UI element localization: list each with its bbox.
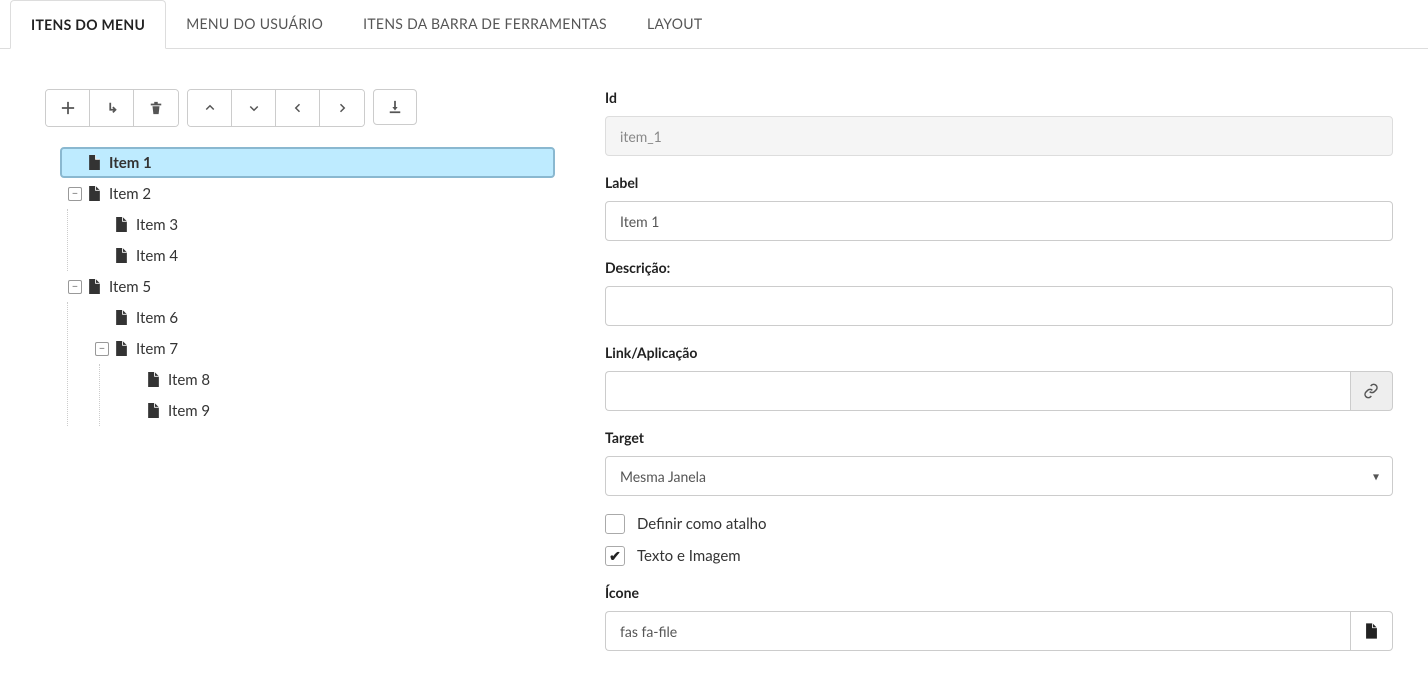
tree-item-label: Item 5 <box>109 278 151 296</box>
file-icon <box>88 155 101 170</box>
tree-item-label: Item 6 <box>136 309 178 327</box>
text-image-label: Texto e Imagem <box>637 547 741 565</box>
tree-item-label: Item 9 <box>168 402 210 420</box>
tab-menu-items[interactable]: ITENS DO MENU <box>10 0 166 49</box>
link-picker-button[interactable] <box>1350 371 1393 411</box>
file-icon <box>115 248 128 263</box>
tree-item-4[interactable]: Item 4 <box>87 240 555 271</box>
tree-toolbar <box>45 89 555 127</box>
tree-item-label: Item 4 <box>136 247 178 265</box>
chevron-left-icon <box>292 102 304 114</box>
collapse-toggle[interactable]: − <box>95 342 109 356</box>
target-select[interactable] <box>605 456 1393 496</box>
tree-item-2[interactable]: − Item 2 <box>60 178 555 209</box>
tree-item-6[interactable]: Item 6 <box>87 302 555 333</box>
tree-item-label: Item 8 <box>168 371 210 389</box>
file-icon <box>1365 623 1378 639</box>
menu-tree: Item 1 − Item 2 Item 3 <box>45 147 555 426</box>
tree-item-3[interactable]: Item 3 <box>87 209 555 240</box>
file-icon <box>88 279 101 294</box>
properties-panel: Id Label Descrição: Link/Aplicação Targe… <box>605 89 1413 669</box>
icon-field[interactable] <box>605 611 1350 651</box>
tabs-bar: ITENS DO MENU MENU DO USUÁRIO ITENS DA B… <box>0 0 1428 49</box>
file-icon <box>88 186 101 201</box>
plus-icon <box>61 101 75 115</box>
label-field[interactable] <box>605 201 1393 241</box>
file-icon <box>115 310 128 325</box>
file-icon <box>147 403 160 418</box>
chevron-down-icon <box>248 102 260 114</box>
tab-user-menu[interactable]: MENU DO USUÁRIO <box>166 0 343 48</box>
tree-item-label: Item 1 <box>109 154 152 172</box>
chevron-up-icon <box>204 102 216 114</box>
tab-toolbar-items[interactable]: ITENS DA BARRA DE FERRAMENTAS <box>343 0 627 48</box>
tree-item-9[interactable]: Item 9 <box>119 395 555 426</box>
move-up-button[interactable] <box>188 90 232 126</box>
description-field[interactable] <box>605 286 1393 326</box>
id-label: Id <box>605 89 1393 106</box>
icon-label: Ícone <box>605 584 1393 601</box>
tree-item-label: Item 7 <box>136 340 178 358</box>
shortcut-checkbox[interactable] <box>605 514 625 534</box>
tab-layout[interactable]: LAYOUT <box>627 0 722 48</box>
add-child-button[interactable] <box>90 90 134 126</box>
shortcut-label: Definir como atalho <box>637 515 767 533</box>
collapse-toggle[interactable]: − <box>68 280 82 294</box>
download-icon <box>388 100 402 114</box>
tree-panel: Item 1 − Item 2 Item 3 <box>45 89 555 669</box>
icon-preview[interactable] <box>1350 611 1393 651</box>
chevron-right-icon <box>336 102 348 114</box>
move-right-button[interactable] <box>320 90 364 126</box>
move-left-button[interactable] <box>276 90 320 126</box>
tree-item-5[interactable]: − Item 5 <box>60 271 555 302</box>
collapse-toggle[interactable]: − <box>68 187 82 201</box>
target-label: Target <box>605 429 1393 446</box>
tree-item-8[interactable]: Item 8 <box>119 364 555 395</box>
link-icon <box>1363 383 1379 399</box>
trash-icon <box>149 101 163 115</box>
id-field <box>605 116 1393 156</box>
file-icon <box>115 217 128 232</box>
move-down-button[interactable] <box>232 90 276 126</box>
text-image-checkbox[interactable] <box>605 546 625 566</box>
tree-item-label: Item 3 <box>136 216 178 234</box>
tree-item-label: Item 2 <box>109 185 151 203</box>
add-button[interactable] <box>46 90 90 126</box>
link-label: Link/Aplicação <box>605 344 1393 361</box>
description-label: Descrição: <box>605 259 1393 276</box>
delete-button[interactable] <box>134 90 178 126</box>
link-field[interactable] <box>605 371 1350 411</box>
label-label: Label <box>605 174 1393 191</box>
indent-arrow-icon <box>105 101 119 115</box>
tree-item-7[interactable]: − Item 7 <box>87 333 555 364</box>
tree-item-1[interactable]: Item 1 <box>60 147 555 178</box>
file-icon <box>147 372 160 387</box>
file-icon <box>115 341 128 356</box>
import-button[interactable] <box>373 89 417 125</box>
